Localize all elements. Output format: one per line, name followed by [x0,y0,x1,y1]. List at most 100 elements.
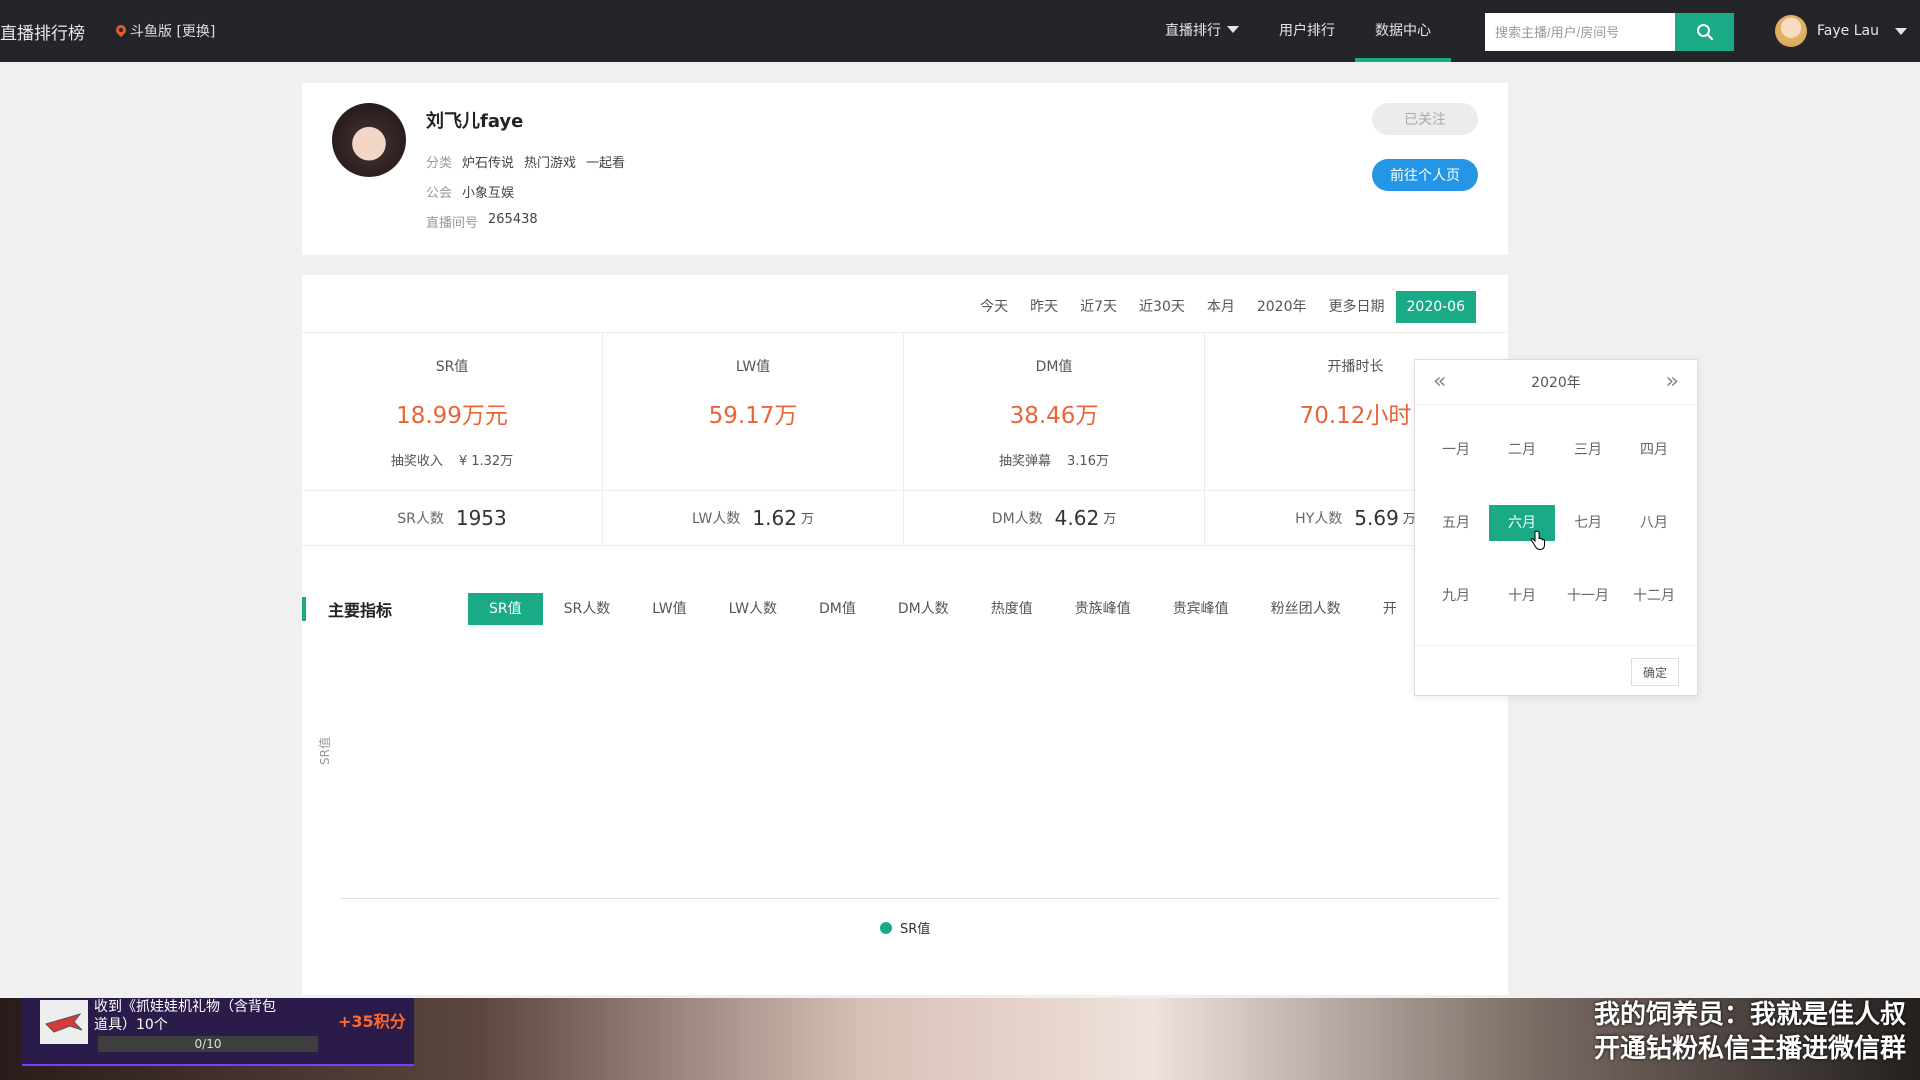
metric-lw: LW值 59.17万 [603,332,904,490]
streamer-name: 刘飞儿faye [426,111,524,132]
guild-value: 小象互娱 [462,186,515,201]
indicator-tab[interactable]: DM值 [798,593,877,625]
search-input[interactable] [1485,13,1675,51]
chevron-down-icon [1894,27,1907,35]
count-label: DM人数 [991,510,1043,527]
metric-dm: DM值 38.46万 抽奖弹幕 3.16万 [904,332,1205,490]
metric-sub: 抽奖弹幕 3.16万 [904,450,1204,469]
metric-sub: 抽奖收入 ¥ 1.32万 [302,450,602,469]
nav-user-ranking[interactable]: 用户排行 [1259,0,1355,62]
date-tab-this-month[interactable]: 本月 [1196,291,1246,323]
count-value: 1.62 [752,505,797,530]
divider [1415,645,1697,646]
category-label: 分类 [426,156,453,171]
location-pin-icon [116,25,126,37]
month-cell[interactable]: 五月 [1423,505,1489,541]
chevron-down-icon [1227,26,1239,33]
legend-label: SR值 [900,922,931,937]
indicator-tab[interactable]: 热度值 [970,593,1054,625]
room-label: 直播间号 [426,216,479,231]
metric-sub-value: 3.16万 [1067,454,1109,469]
indicator-tab[interactable]: 粉丝团人数 [1250,593,1362,625]
task-points: +35积分 [338,1012,406,1031]
chart-x-axis [340,898,1500,899]
metric-sub-label: 抽奖弹幕 [999,454,1052,469]
metric-sr: SR值 18.99万元 抽奖收入 ¥ 1.32万 [302,332,603,490]
month-cell[interactable]: 四月 [1621,432,1687,468]
count-label: SR人数 [397,510,444,527]
month-grid: 一月 二月 三月 四月 五月 六月 七月 八月 九月 十月 十一月 十二月 [1423,432,1691,614]
double-chevron-right-icon[interactable]: » [1666,371,1679,393]
month-picker: « 2020年 » 一月 二月 三月 四月 五月 六月 七月 八月 九月 十月 … [1414,359,1698,696]
date-tab-2020[interactable]: 2020年 [1246,291,1318,323]
section-title: 主要指标 [328,601,393,620]
user-name: Faye Lau [1817,23,1879,39]
date-tab-7days[interactable]: 近7天 [1069,291,1128,323]
month-picker-header: « 2020年 » [1415,360,1697,405]
nav-live-ranking[interactable]: 直播排行 [1145,0,1259,62]
indicator-tab[interactable]: 贵族峰值 [1054,593,1152,625]
indicator-tab[interactable]: LW值 [631,593,707,625]
hand-cursor-icon [1530,530,1545,551]
indicator-tab[interactable]: SR值 [468,593,543,625]
month-cell[interactable]: 三月 [1555,432,1621,468]
indicator-tabs: SR值 SR人数 LW值 LW人数 DM值 DM人数 热度值 贵族峰值 贵宾峰值… [468,593,1468,627]
metric-sub-label: 抽奖收入 [390,454,443,469]
task-text: 收到《抓娃娃机礼物（含背包道具）10个 [94,999,276,1033]
top-nav: 直播排行榜 斗鱼版 [更换] 直播排行 用户排行 数据中心 Faye Lau [0,0,1920,62]
month-cell[interactable]: 二月 [1489,432,1555,468]
picker-year[interactable]: 2020年 [1531,372,1581,392]
indicator-tab[interactable]: LW人数 [708,593,798,625]
goto-profile-button[interactable]: 前往个人页 [1372,159,1478,191]
month-cell[interactable]: 十月 [1489,578,1555,614]
indicator-tab[interactable]: DM人数 [877,593,970,625]
metric-value: 18.99万元 [396,403,508,429]
nav-data-center[interactable]: 数据中心 [1355,0,1451,62]
category-tag[interactable]: 一起看 [586,152,625,171]
site-brand[interactable]: 直播排行榜 [0,19,85,44]
double-chevron-left-icon[interactable]: « [1433,371,1446,393]
count-value: 4.62 [1054,505,1100,530]
search-button[interactable] [1675,13,1734,51]
divider [302,545,1508,546]
indicator-tab[interactable]: SR人数 [543,593,632,625]
date-tab-yesterday[interactable]: 昨天 [1019,291,1069,323]
location-switcher[interactable]: 斗鱼版 [更换] [116,21,215,41]
guild-row: 公会 小象互娱 [426,182,514,201]
nav-data-center-label: 数据中心 [1375,23,1431,39]
gift-plane-icon [40,1000,88,1044]
month-cell[interactable]: 十二月 [1621,578,1687,614]
banner-line: 开通钻粉私信主播进微信群 [1593,1034,1906,1064]
category-tag[interactable]: 热门游戏 [524,152,576,171]
date-tab-30days[interactable]: 近30天 [1128,291,1196,323]
month-cell[interactable]: 七月 [1555,505,1621,541]
date-range-tabs: 今天 昨天 近7天 近30天 本月 2020年 更多日期 2020-06 [969,291,1476,323]
user-menu[interactable]: Faye Lau [1775,15,1907,47]
room-row: 直播间号 265438 [426,212,538,231]
count-label: HY人数 [1295,510,1343,527]
category-tag[interactable]: 炉石传说 [462,152,514,171]
date-tab-today[interactable]: 今天 [969,291,1019,323]
chart-legend[interactable]: SR值 [880,918,930,937]
confirm-button[interactable]: 确定 [1631,658,1679,686]
date-tab-selected-month[interactable]: 2020-06 [1395,291,1476,323]
indicator-tab[interactable]: 开 [1362,593,1418,625]
month-cell[interactable]: 十一月 [1555,578,1621,614]
month-cell[interactable]: 九月 [1423,578,1489,614]
indicator-tab-list: SR值 SR人数 LW值 LW人数 DM值 DM人数 热度值 贵族峰值 贵宾峰值… [468,593,1468,625]
followed-button[interactable]: 已关注 [1372,103,1478,135]
count-unit: 万 [800,512,814,527]
metric-label: SR值 [435,359,469,375]
count-dm: DM人数 4.62 万 [904,490,1205,545]
metric-value: 59.17万 [708,403,798,429]
category-row: 分类 炉石传说 热门游戏 一起看 [426,152,625,171]
search-icon [1696,24,1713,41]
month-cell[interactable]: 八月 [1621,505,1687,541]
count-value: 5.69 [1354,505,1399,530]
indicator-tab[interactable]: 贵宾峰值 [1152,593,1250,625]
month-cell[interactable]: 一月 [1423,432,1489,468]
metric-sub-value: ¥ 1.32万 [458,454,514,469]
date-tab-more[interactable]: 更多日期 [1318,291,1396,323]
section-marker [302,597,306,621]
avatar [1775,15,1807,47]
